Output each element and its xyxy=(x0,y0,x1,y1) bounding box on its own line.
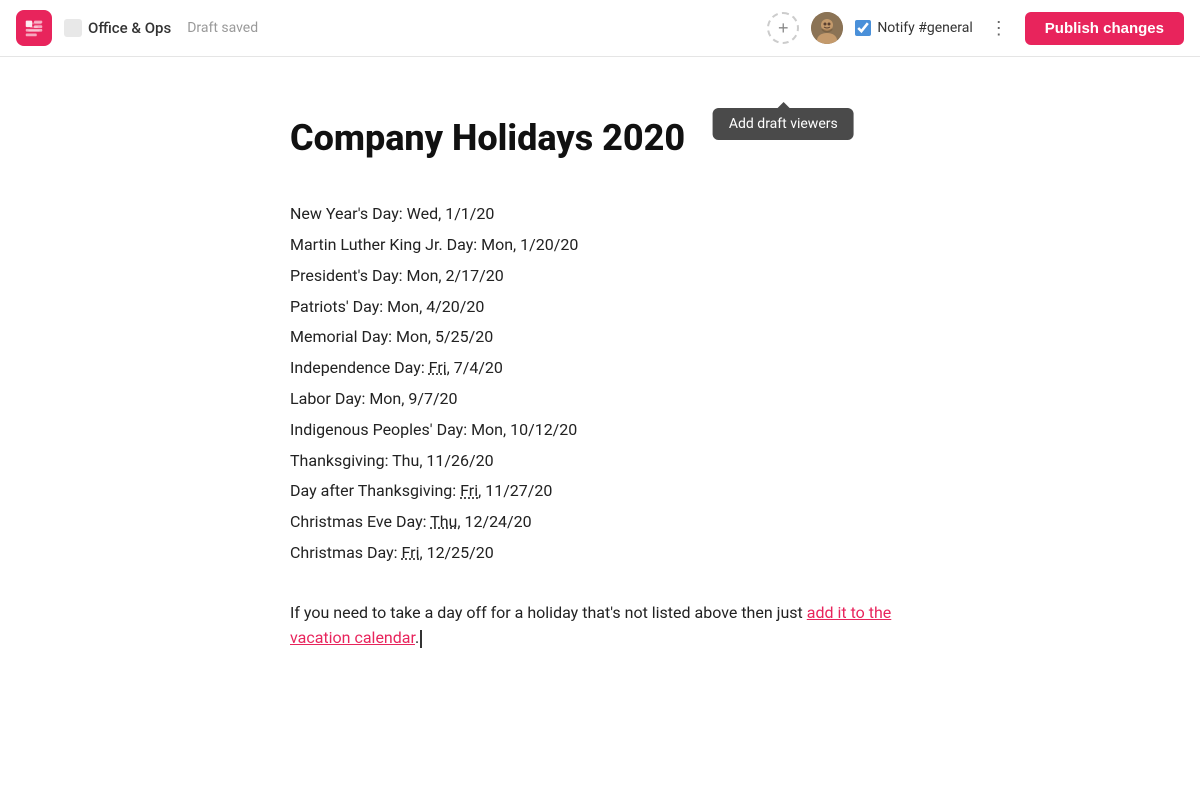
draft-status: Draft saved xyxy=(187,20,258,36)
list-item: New Year's Day: Wed, 1/1/20 xyxy=(290,200,910,229)
avatar-image xyxy=(811,12,843,44)
plus-icon: + xyxy=(778,18,789,39)
document-content: Company Holidays 2020 New Year's Day: We… xyxy=(150,57,1050,711)
list-item: Martin Luther King Jr. Day: Mon, 1/20/20 xyxy=(290,231,910,260)
day-underline: Fri xyxy=(460,481,478,500)
list-item: Memorial Day: Mon, 5/25/20 xyxy=(290,323,910,352)
publish-changes-button[interactable]: Publish changes xyxy=(1025,12,1184,45)
list-item: Thanksgiving: Thu, 11/26/20 xyxy=(290,447,910,476)
list-item: Indigenous Peoples' Day: Mon, 10/12/20 xyxy=(290,416,910,445)
day-underline: Fri xyxy=(429,358,447,377)
add-draft-viewers-tooltip: Add draft viewers xyxy=(713,108,854,140)
add-draft-viewers-button[interactable]: + xyxy=(767,12,799,44)
list-item: Day after Thanksgiving: Fri, 11/27/20 xyxy=(290,477,910,506)
workspace-link[interactable]: Office & Ops xyxy=(64,19,171,37)
list-item: Christmas Day: Fri, 12/25/20 xyxy=(290,539,910,568)
list-item: Christmas Eve Day: Thu, 12/24/20 xyxy=(290,508,910,537)
day-underline: Fri xyxy=(402,543,420,562)
notify-section: Notify #general xyxy=(855,20,972,36)
add-viewer-container: + Add draft viewers xyxy=(767,12,799,44)
more-options-button[interactable]: ⋮ xyxy=(985,14,1013,42)
list-item: Patriots' Day: Mon, 4/20/20 xyxy=(290,293,910,322)
list-item: President's Day: Mon, 2/17/20 xyxy=(290,262,910,291)
holiday-list: New Year's Day: Wed, 1/1/20 Martin Luthe… xyxy=(290,200,910,568)
list-item: Independence Day: Fri, 7/4/20 xyxy=(290,354,910,383)
logo xyxy=(16,10,52,46)
cursor xyxy=(420,630,422,648)
notify-checkbox[interactable] xyxy=(855,20,871,36)
notify-label: Notify #general xyxy=(877,20,972,36)
footer-text: If you need to take a day off for a holi… xyxy=(290,600,910,651)
workspace-icon xyxy=(64,19,82,37)
topbar: Office & Ops Draft saved + Add draft vie… xyxy=(0,0,1200,57)
topbar-right: + Add draft viewers xyxy=(767,12,1184,45)
list-item: Labor Day: Mon, 9/7/20 xyxy=(290,385,910,414)
day-underline: Thu xyxy=(430,512,457,531)
avatar[interactable] xyxy=(811,12,843,44)
workspace-name: Office & Ops xyxy=(88,19,171,37)
